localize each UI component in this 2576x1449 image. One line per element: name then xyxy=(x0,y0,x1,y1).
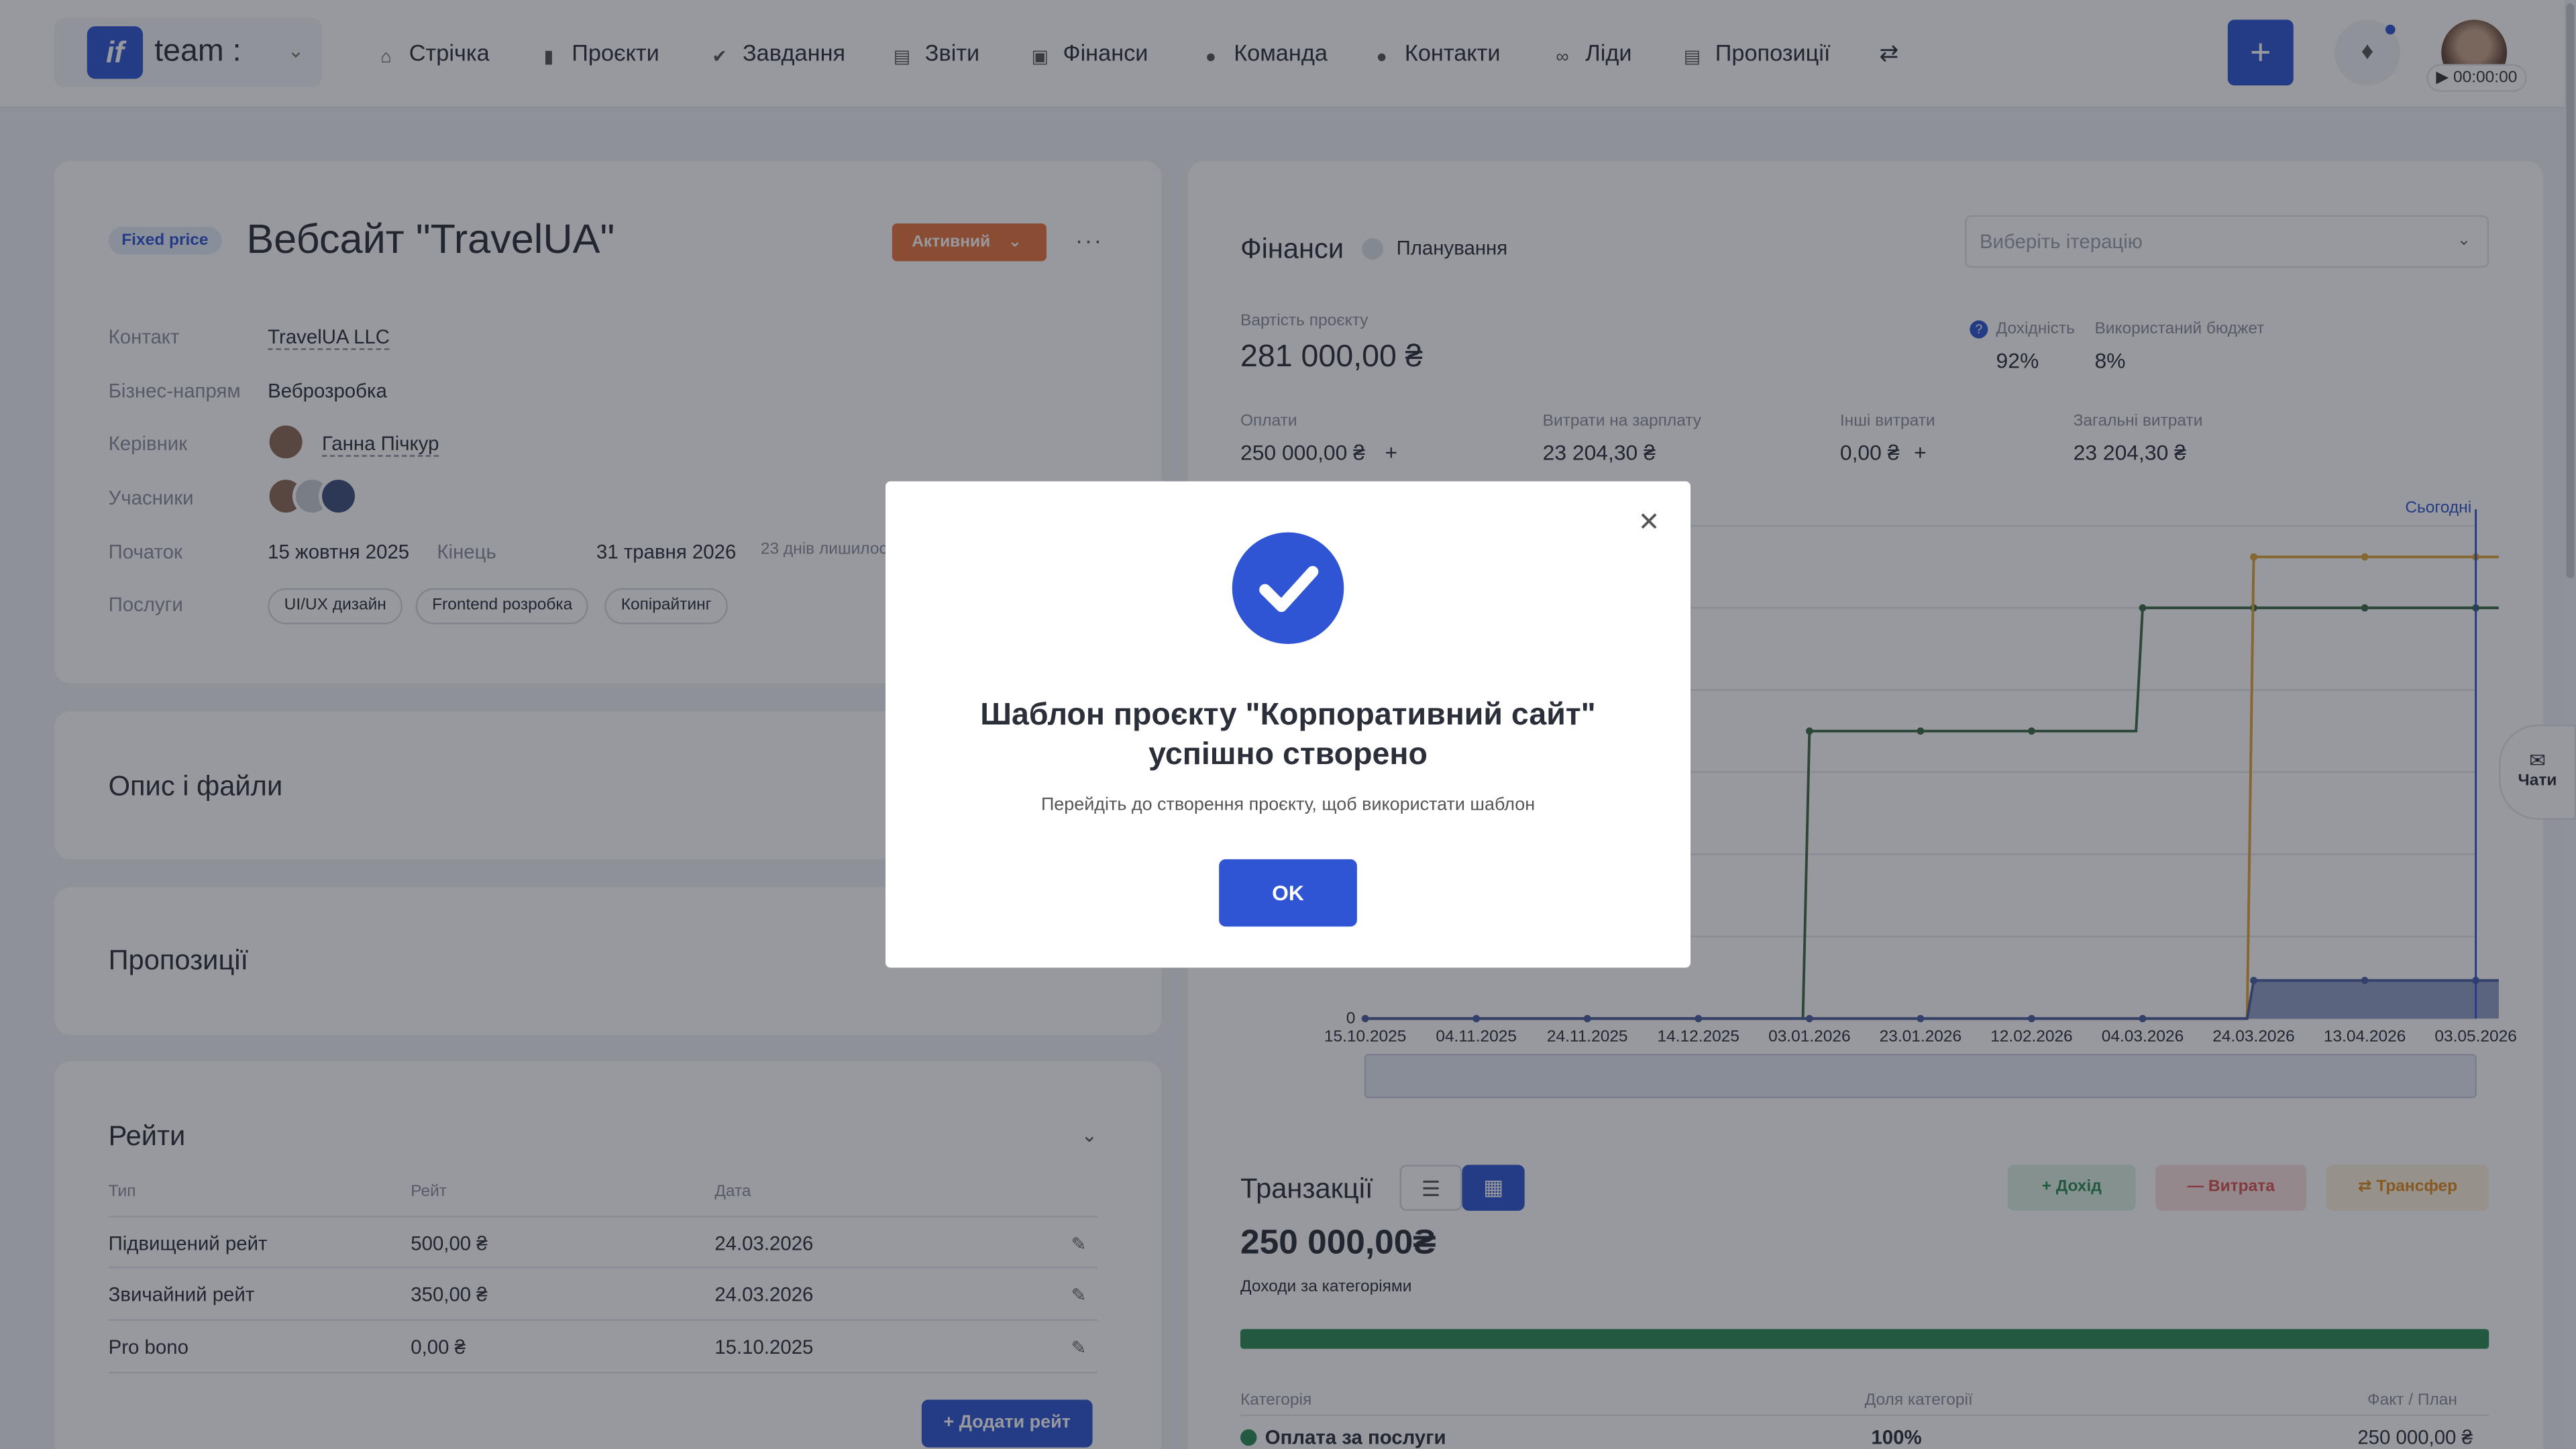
check-circle-icon xyxy=(1232,532,1344,645)
modal-subtitle: Перейдіть до створення проєкту, щоб вико… xyxy=(1040,795,1536,815)
close-icon[interactable]: ✕ xyxy=(1638,506,1660,539)
success-modal: ✕ Шаблон проєкту "Корпоративний сайт" ус… xyxy=(885,481,1691,968)
modal-title: Шаблон проєкту "Корпоративний сайт" успі… xyxy=(980,698,1596,773)
ok-button[interactable]: OK xyxy=(1219,859,1357,927)
